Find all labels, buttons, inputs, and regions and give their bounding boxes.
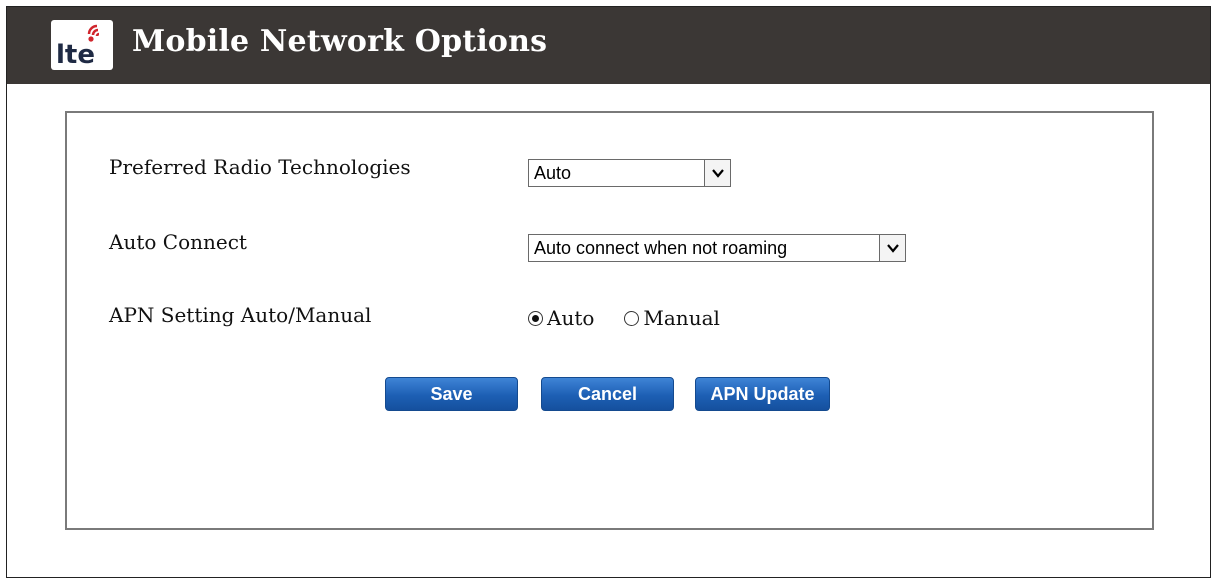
logo-text: lte [56, 40, 95, 70]
apn-auto-label: Auto [547, 306, 595, 330]
apn-manual-option[interactable]: Manual [624, 306, 720, 330]
apn-manual-label: Manual [643, 306, 720, 330]
apn-auto-radio[interactable] [528, 310, 543, 326]
radio-tech-value: Auto [534, 163, 572, 183]
auto-connect-label: Auto Connect [109, 230, 247, 254]
apn-setting-radio-group: Auto Manual [528, 306, 750, 330]
chevron-down-icon[interactable] [704, 160, 730, 186]
options-panel: Preferred Radio Technologies Auto Auto C… [65, 111, 1154, 530]
radio-tech-label: Preferred Radio Technologies [109, 155, 411, 179]
auto-connect-select[interactable]: Auto connect when not roaming [528, 234, 906, 262]
apn-manual-radio[interactable] [624, 310, 640, 326]
header-bar: lte Mobile Network Options [7, 7, 1210, 84]
apn-update-button[interactable]: APN Update [695, 377, 830, 411]
chevron-down-icon[interactable] [879, 235, 905, 261]
save-button[interactable]: Save [385, 377, 518, 411]
page-frame: lte Mobile Network Options Preferred Rad… [6, 6, 1211, 578]
auto-connect-value: Auto connect when not roaming [534, 238, 788, 258]
radio-tech-select[interactable]: Auto [528, 159, 731, 187]
apn-auto-option[interactable]: Auto [528, 306, 594, 330]
cancel-button[interactable]: Cancel [541, 377, 674, 411]
apn-setting-label: APN Setting Auto/Manual [109, 303, 372, 327]
lte-logo-icon: lte [51, 20, 113, 70]
page-title: Mobile Network Options [132, 24, 548, 59]
